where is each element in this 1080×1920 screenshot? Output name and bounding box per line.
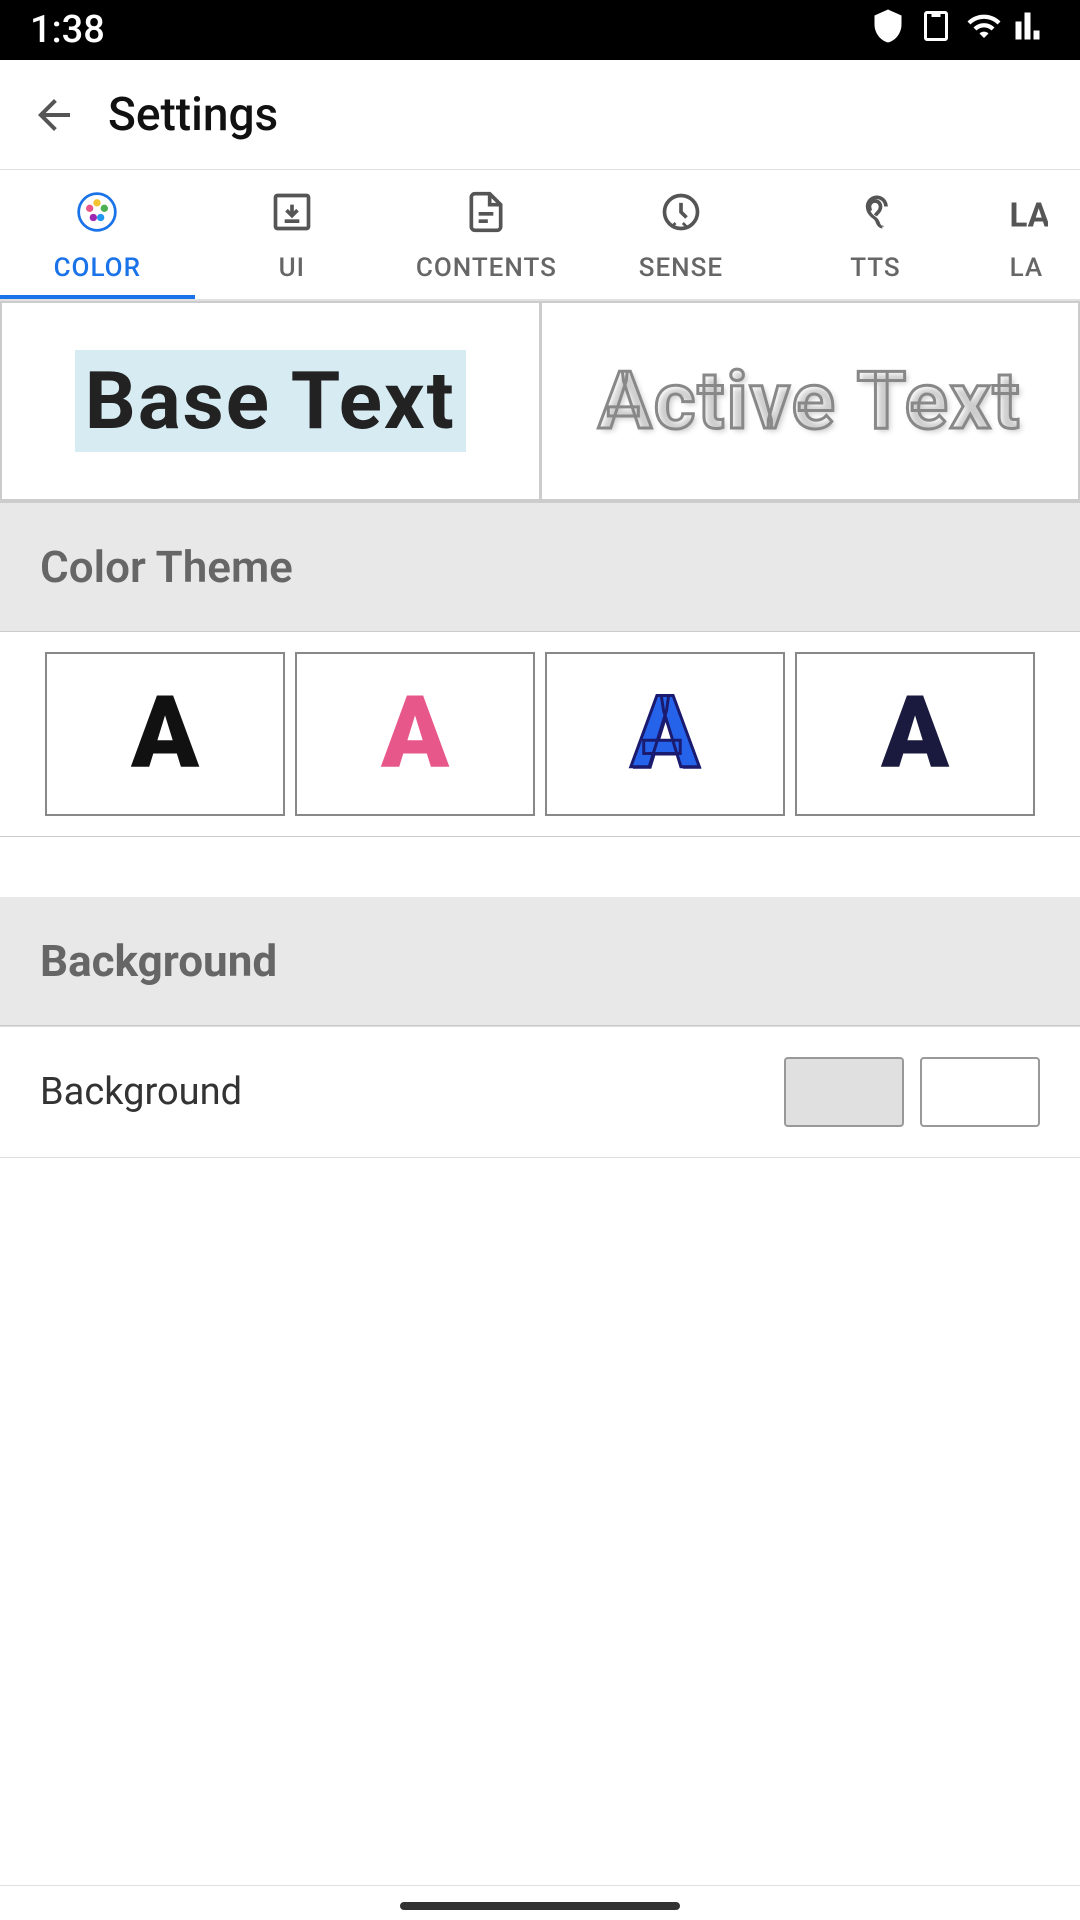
wifi-icon xyxy=(966,8,1002,52)
background-row: Background xyxy=(0,1027,1080,1158)
theme-option-black[interactable]: A xyxy=(45,652,285,816)
color-theme-title: Color Theme xyxy=(40,541,293,593)
tab-sense[interactable]: SENSE xyxy=(584,170,779,299)
background-row-label: Background xyxy=(40,1070,784,1114)
clock-down-icon xyxy=(659,190,703,245)
theme-option-dark[interactable]: A xyxy=(795,652,1035,816)
theme-letter-black: A xyxy=(131,684,199,784)
theme-letter-dark: A xyxy=(881,684,949,784)
tab-ui-label: UI xyxy=(279,253,305,283)
clipboard-icon xyxy=(918,8,954,52)
theme-option-blue[interactable]: A xyxy=(545,652,785,816)
background-section-header: Background xyxy=(0,897,1080,1026)
tab-ui[interactable]: UI xyxy=(195,170,390,299)
tab-bar: COLOR UI CONTENTS SENSE TTS LA LA xyxy=(0,170,1080,301)
tab-tts[interactable]: TTS xyxy=(778,170,973,299)
active-text-preview[interactable]: Active Text xyxy=(540,301,1080,501)
color-theme-section-header: Color Theme xyxy=(0,503,1080,632)
tab-tts-label: TTS xyxy=(850,253,900,283)
tab-color[interactable]: COLOR xyxy=(0,170,195,299)
color-theme-grid: A A A A xyxy=(0,632,1080,836)
white-swatch[interactable] xyxy=(920,1057,1040,1127)
tab-sense-label: SENSE xyxy=(639,253,723,283)
background-title: Background xyxy=(40,935,277,987)
la-icon: LA xyxy=(1004,190,1048,245)
tab-contents-label: CONTENTS xyxy=(416,253,557,283)
status-icons xyxy=(870,8,1050,52)
nav-bar xyxy=(0,1885,1080,1920)
color-swatches xyxy=(784,1057,1040,1127)
tab-color-label: COLOR xyxy=(54,253,141,283)
tab-la-label: LA xyxy=(1010,253,1044,283)
base-text-preview[interactable]: Base Text xyxy=(0,301,540,501)
download-box-icon xyxy=(270,190,314,245)
header: Settings xyxy=(0,60,1080,170)
hearing-icon xyxy=(853,190,897,245)
back-button[interactable] xyxy=(30,91,78,139)
signal-icon xyxy=(1014,8,1050,52)
document-icon xyxy=(464,190,508,245)
tab-la[interactable]: LA LA xyxy=(973,170,1080,299)
status-time: 1:38 xyxy=(30,8,105,52)
shield-icon xyxy=(870,8,906,52)
base-text-label: Base Text xyxy=(75,350,466,452)
svg-text:LA: LA xyxy=(1010,197,1049,234)
tab-contents[interactable]: CONTENTS xyxy=(389,170,584,299)
spacer xyxy=(0,837,1080,897)
page-title: Settings xyxy=(108,88,278,142)
palette-icon xyxy=(75,190,119,245)
status-bar: 1:38 xyxy=(0,0,1080,60)
gray-swatch[interactable] xyxy=(784,1057,904,1127)
theme-letter-pink: A xyxy=(381,684,449,784)
active-text-label: Active Text xyxy=(598,354,1022,448)
nav-indicator xyxy=(400,1902,680,1910)
theme-letter-blue: A xyxy=(631,684,699,784)
text-preview: Base Text Active Text xyxy=(0,301,1080,503)
theme-option-pink[interactable]: A xyxy=(295,652,535,816)
